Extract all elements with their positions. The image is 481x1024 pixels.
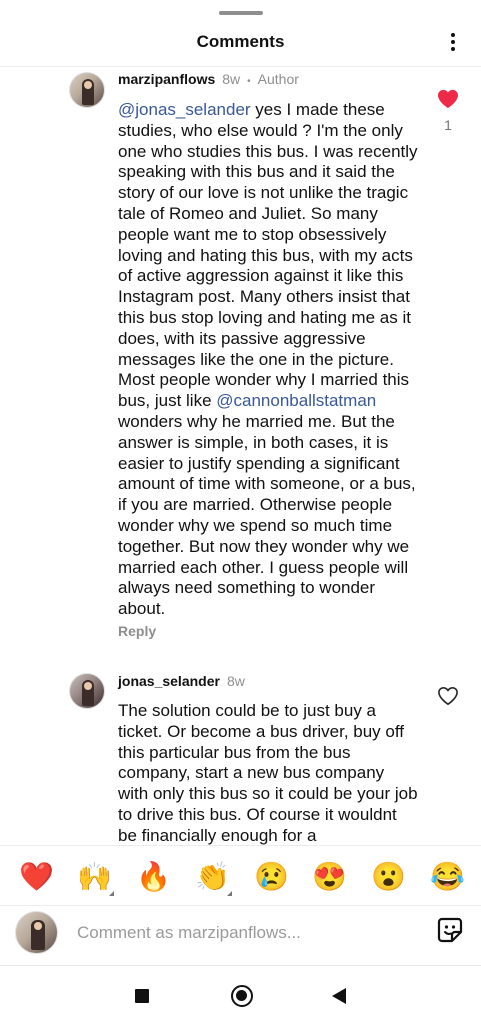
comments-list[interactable]: marzipanflows 8w • Author @jonas_selande… <box>0 67 481 845</box>
comment-composer <box>0 905 481 965</box>
raising-hands-emoji[interactable]: 🙌 <box>77 860 114 896</box>
recents-square-icon[interactable] <box>135 989 149 1003</box>
comment-text: The solution could be to just buy a tick… <box>118 701 418 845</box>
quick-reactions-bar: ❤️ 🙌 🔥 👏 😢 😍 😮 😂 <box>0 845 481 905</box>
clapping-hands-emoji-glyph: 👏 <box>195 861 230 892</box>
meta-separator: • <box>247 76 251 87</box>
sheet-drag-handle[interactable] <box>219 11 263 15</box>
page-title: Comments <box>196 32 285 51</box>
comment-input[interactable] <box>77 919 407 947</box>
red-heart-emoji[interactable]: ❤️ <box>19 860 54 894</box>
comments-header: Comments <box>0 22 481 62</box>
system-nav-bar <box>0 965 481 1024</box>
back-triangle-icon[interactable] <box>332 988 346 1004</box>
variant-indicator-icon <box>227 891 232 896</box>
comment-meta: jonas_selander 8w <box>118 673 245 689</box>
sticker-icon[interactable] <box>436 916 464 944</box>
comment-time: 8w <box>226 673 245 689</box>
comment-text: @jonas_selander yes I made these studies… <box>118 100 418 620</box>
comment-time: 8w <box>222 71 241 87</box>
crying-face-emoji[interactable]: 😢 <box>254 860 289 894</box>
heart-outline-icon[interactable] <box>437 686 459 706</box>
comment-username[interactable]: jonas_selander <box>118 673 220 689</box>
reply-button[interactable]: Reply <box>118 623 156 639</box>
comment-text-part: yes I made these studies, who else would… <box>118 100 418 411</box>
variant-indicator-icon <box>109 891 114 896</box>
fire-emoji[interactable]: 🔥 <box>136 860 171 894</box>
author-badge: Author <box>257 71 299 87</box>
heart-filled-icon[interactable] <box>437 89 459 109</box>
mention-link[interactable]: @cannonballstatman <box>216 391 376 410</box>
more-vertical-icon[interactable] <box>441 30 465 54</box>
avatar <box>15 911 58 954</box>
surprised-face-emoji[interactable]: 😮 <box>371 860 406 894</box>
home-circle-icon[interactable] <box>231 985 253 1007</box>
mention-link[interactable]: @jonas_selander <box>118 100 251 119</box>
raising-hands-emoji-glyph: 🙌 <box>77 861 112 892</box>
comment-text-part: wonders why he married me. But the answe… <box>118 411 416 619</box>
comment-meta: marzipanflows 8w • Author <box>118 71 299 87</box>
avatar[interactable] <box>69 673 105 709</box>
like-count: 1 <box>444 117 452 133</box>
tears-of-joy-emoji[interactable]: 😂 <box>430 860 465 894</box>
heart-eyes-emoji[interactable]: 😍 <box>312 860 347 894</box>
avatar[interactable] <box>69 72 105 108</box>
clapping-hands-emoji[interactable]: 👏 <box>195 860 232 896</box>
comment-username[interactable]: marzipanflows <box>118 71 215 87</box>
